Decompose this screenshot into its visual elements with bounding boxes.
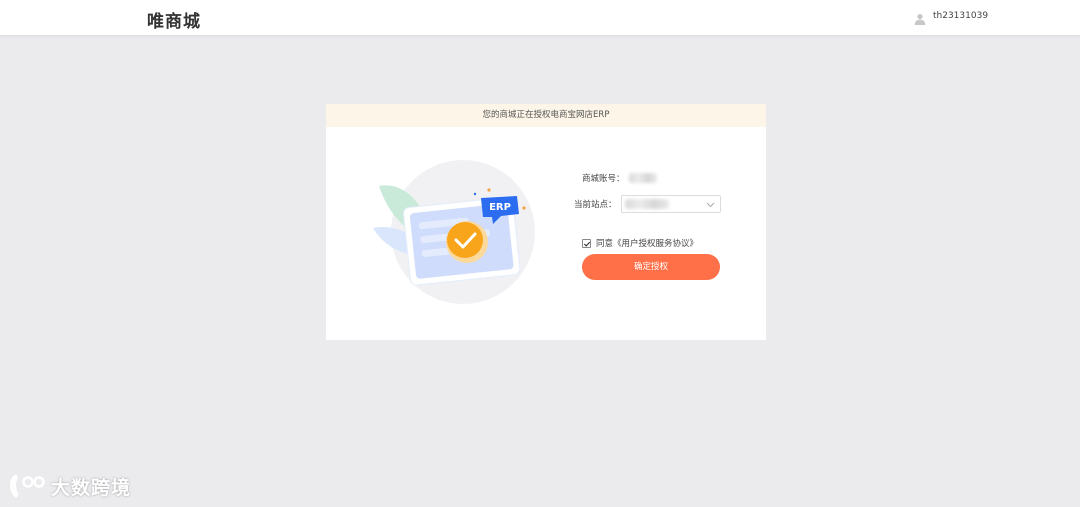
agreement-checkbox[interactable] bbox=[582, 238, 591, 248]
watermark-logo-icon bbox=[8, 472, 48, 500]
site-value-redacted bbox=[624, 199, 669, 209]
site-row: 当前站点： bbox=[574, 195, 721, 213]
authorization-card: 您的商城正在授权电商宝网店ERP ERP 商城账号： 当前站点： 同意《用户授权… bbox=[326, 104, 766, 340]
chevron-down-icon bbox=[706, 200, 715, 209]
authorization-illustration: ERP bbox=[371, 158, 541, 308]
agreement-row: 同意《用户授权服务协议》 bbox=[582, 237, 698, 249]
top-bar: 唯商城 th23131039 bbox=[0, 0, 1080, 35]
user-menu[interactable]: th23131039 bbox=[914, 9, 989, 25]
authorization-banner: 您的商城正在授权电商宝网店ERP bbox=[326, 104, 766, 127]
erp-badge-text: ERP bbox=[489, 202, 511, 213]
account-value-redacted bbox=[628, 173, 657, 183]
watermark: 大数跨境 bbox=[8, 472, 131, 500]
account-row: 商城账号： bbox=[582, 172, 657, 184]
site-label: 当前站点： bbox=[574, 200, 617, 210]
account-label: 商城账号： bbox=[582, 174, 625, 184]
confirm-authorize-button[interactable]: 确定授权 bbox=[582, 254, 720, 280]
watermark-text: 大数跨境 bbox=[51, 476, 132, 499]
user-icon bbox=[914, 10, 926, 25]
agreement-text-link[interactable]: 同意《用户授权服务协议》 bbox=[596, 237, 698, 249]
brand-logo-text[interactable]: 唯商城 bbox=[147, 7, 201, 32]
check-icon bbox=[447, 222, 483, 258]
site-select[interactable] bbox=[620, 195, 721, 213]
username: th23131039 bbox=[933, 11, 989, 21]
